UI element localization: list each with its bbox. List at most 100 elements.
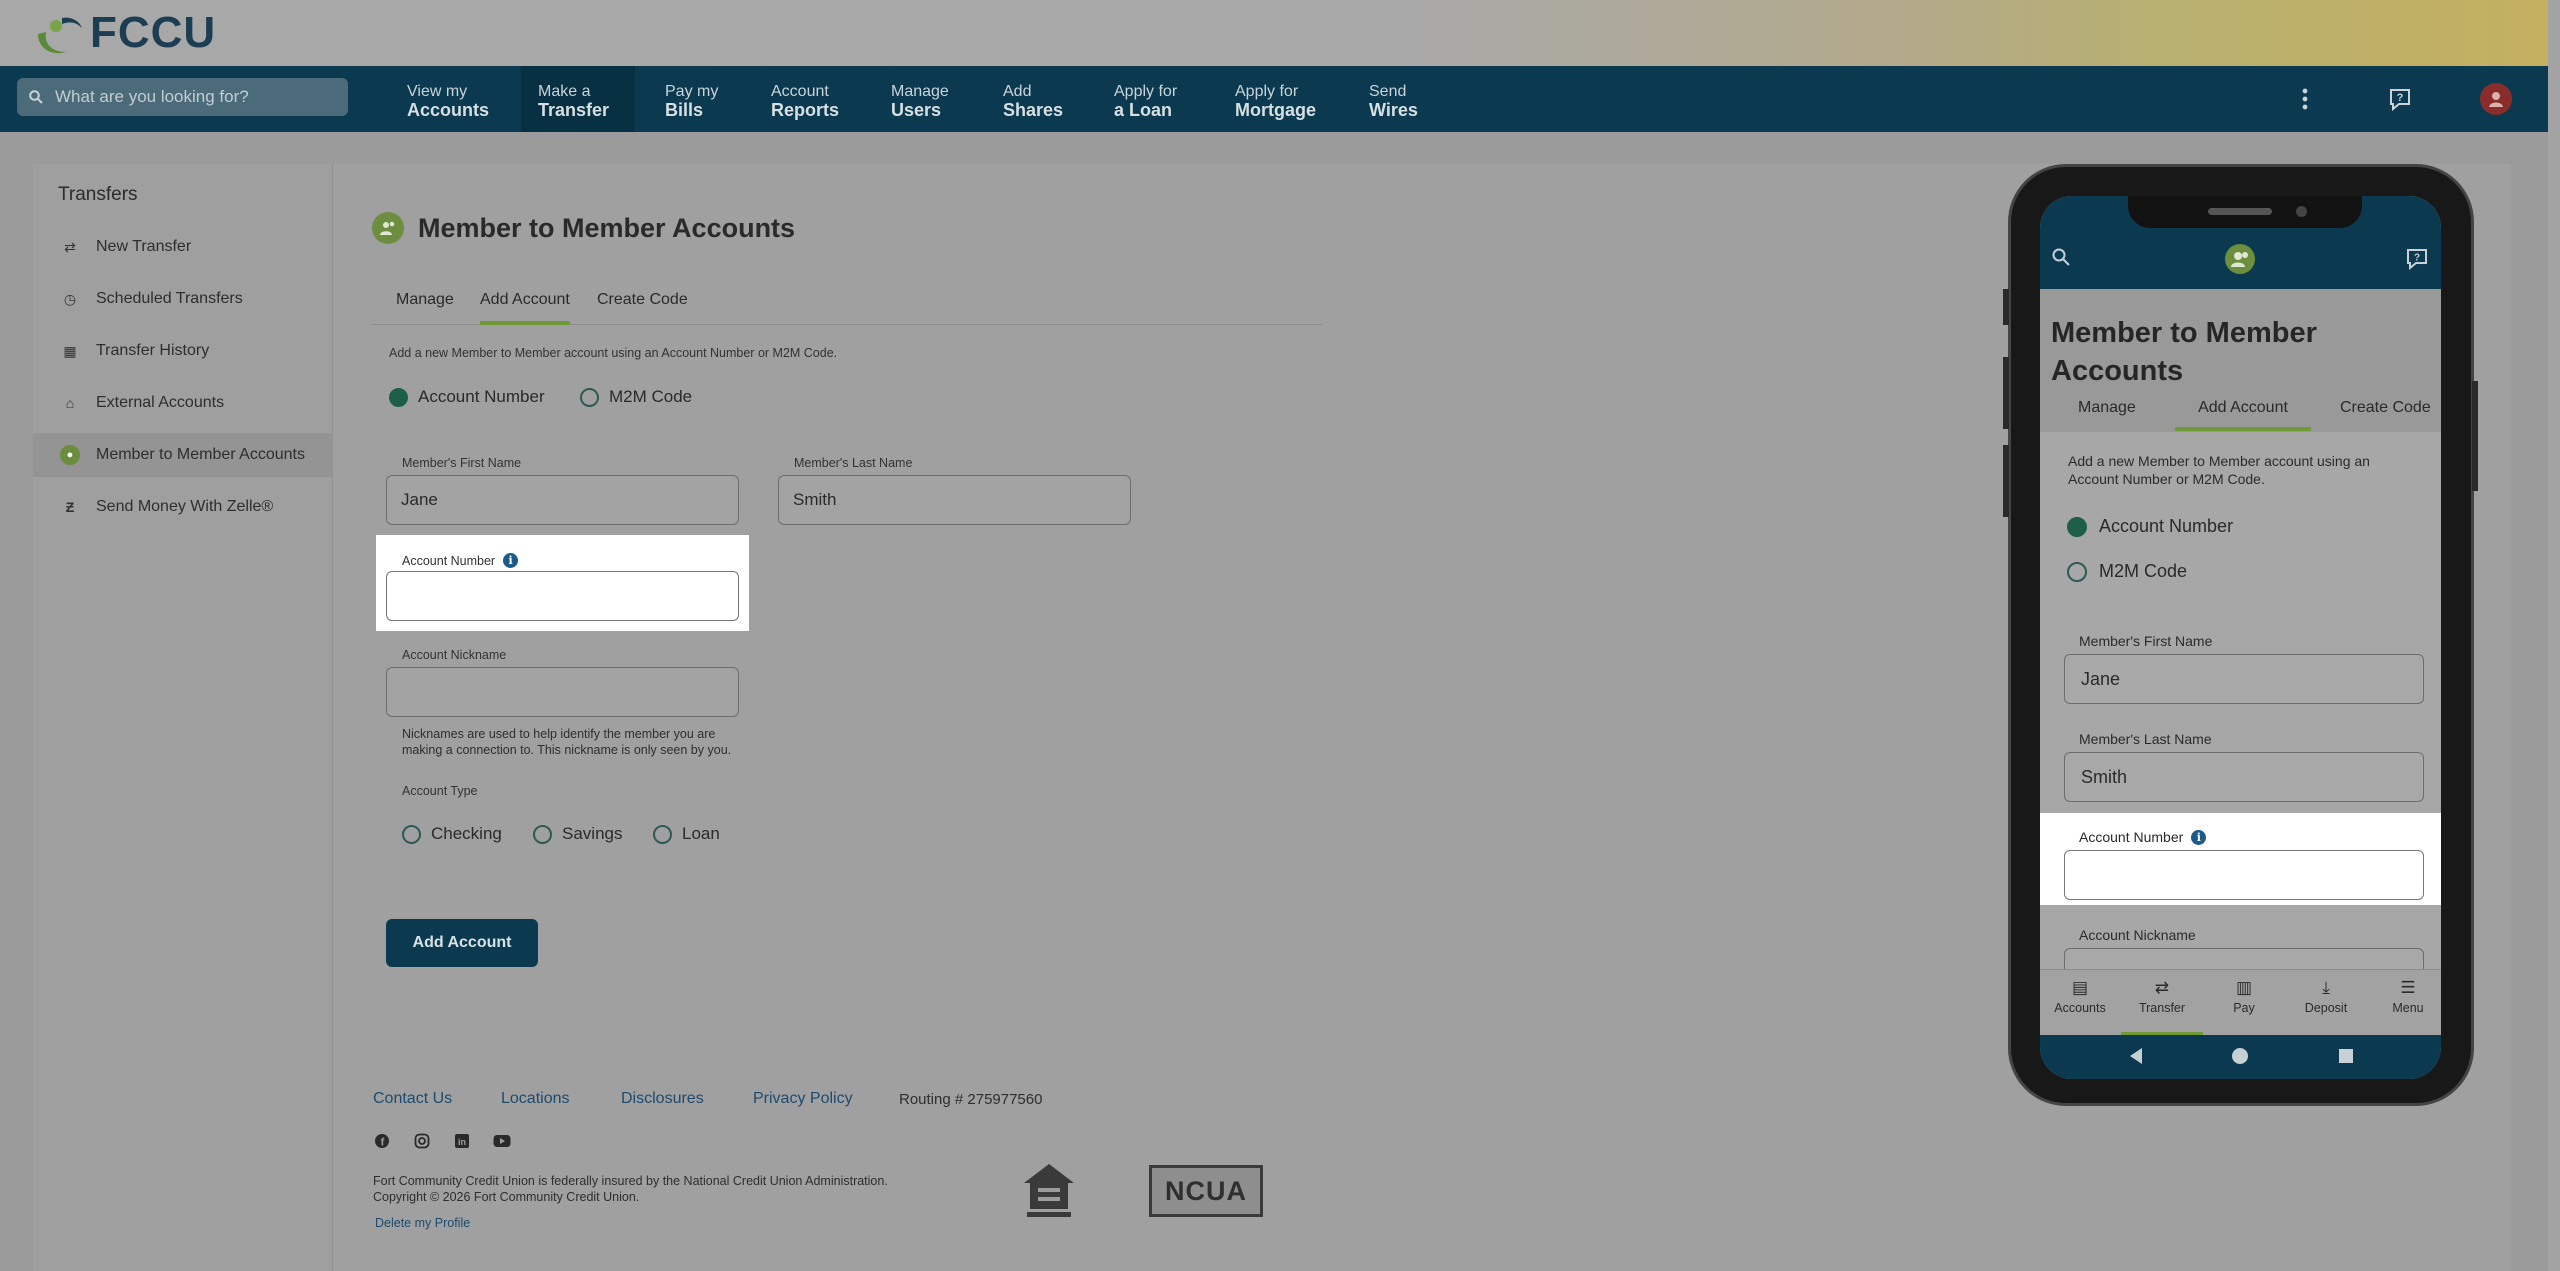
phone-nav-pay[interactable]: ▥ Pay (2204, 978, 2284, 1015)
nav-make-transfer[interactable]: Make a Transfer (521, 66, 635, 132)
search-input[interactable] (55, 87, 325, 107)
help-chat-icon[interactable]: ? (2404, 248, 2430, 275)
delete-profile-link[interactable]: Delete my Profile (375, 1216, 470, 1230)
instagram-icon[interactable] (413, 1132, 431, 1150)
phone-nav-deposit[interactable]: ⤓ Deposit (2286, 978, 2366, 1015)
phone-nav-menu[interactable]: ☰ Menu (2368, 978, 2441, 1015)
last-name-field[interactable]: Smith (778, 475, 1131, 525)
radio-label: Account Number (418, 387, 545, 406)
nav-pay-bills[interactable]: Pay my Bills (648, 66, 728, 132)
sidebar-item-zelle[interactable]: Ƶ Send Money With Zelle® (33, 485, 333, 529)
fccu-logo[interactable]: FCCU (32, 8, 216, 58)
svg-text:in: in (458, 1137, 466, 1147)
page-scrollbar[interactable] (2548, 0, 2560, 1271)
more-menu-icon[interactable] (2290, 66, 2320, 132)
first-name-field[interactable]: Jane (386, 475, 739, 525)
sidebar-item-scheduled-transfers[interactable]: ◷ Scheduled Transfers (33, 277, 333, 321)
transfer-icon: ⇄ (2154, 978, 2170, 997)
sidebar-item-external-accounts[interactable]: ⌂ External Accounts (33, 381, 333, 425)
info-icon[interactable]: i (2191, 829, 2207, 845)
radio-unselected-icon (533, 824, 552, 844)
phone-nav-accounts[interactable]: ▤ Accounts (2040, 978, 2120, 1015)
header-banner: FCCU (0, 0, 2548, 66)
account-number-label-text: Account Number (402, 553, 496, 568)
nav-line1: Add (1003, 83, 1032, 100)
phone-last-name-label: Member's Last Name (2079, 731, 2212, 747)
youtube-icon[interactable] (493, 1132, 511, 1150)
bank-icon: ⌂ (65, 395, 75, 411)
phone-tab-create-code[interactable]: Create Code (2340, 399, 2431, 431)
radio-savings[interactable]: Savings (533, 824, 622, 844)
info-icon[interactable]: i (503, 553, 519, 568)
sidebar-item-new-transfer[interactable]: ⇄ New Transfer (33, 225, 333, 269)
members-badge-icon (372, 212, 404, 244)
radio-selected-icon (2067, 516, 2087, 537)
nav-manage-users[interactable]: Manage Users (874, 66, 966, 132)
sidebar-item-transfer-history[interactable]: ▦ Transfer History (33, 329, 333, 373)
nav-apply-mortgage[interactable]: Apply for Mortgage (1218, 66, 1338, 132)
phone-radio-m2m-code[interactable]: M2M Code (2067, 561, 2187, 582)
phone-radio-account-number[interactable]: Account Number (2067, 516, 2233, 537)
user-avatar[interactable] (2478, 66, 2514, 132)
phone-nav-label: Transfer (2138, 1001, 2186, 1015)
menu-icon: ☰ (2400, 978, 2416, 997)
first-name-label: Member's First Name (402, 456, 522, 470)
nav-apply-loan[interactable]: Apply for a Loan (1097, 66, 1207, 132)
nav-line1: Account (771, 83, 829, 100)
phone-preview: ? Member to Member Accounts Manage Add A… (2003, 164, 2478, 1106)
search-icon[interactable] (2052, 248, 2070, 271)
account-number-label: Account Number i (402, 553, 519, 568)
sidebar-item-member-to-member[interactable]: ● Member to Member Accounts (33, 433, 333, 477)
phone-nav-transfer[interactable]: ⇄ Transfer (2121, 978, 2203, 1036)
tab-bar: Manage Add Account Create Code (372, 291, 1322, 325)
recents-icon[interactable] (2338, 1048, 2354, 1069)
footer-link-disclosures[interactable]: Disclosures (621, 1090, 704, 1108)
arrows-swap-icon: ⇄ (64, 238, 76, 255)
add-account-button[interactable]: Add Account (386, 919, 538, 967)
phone-account-number-field[interactable] (2064, 850, 2424, 900)
sidebar-item-label: Member to Member Accounts (96, 446, 305, 463)
facebook-icon[interactable]: f (373, 1132, 391, 1150)
radio-loan[interactable]: Loan (653, 824, 720, 844)
tab-manage[interactable]: Manage (396, 291, 454, 325)
sidebar-item-label: Scheduled Transfers (96, 290, 243, 307)
back-icon[interactable] (2128, 1047, 2144, 1070)
tab-add-account[interactable]: Add Account (480, 291, 570, 325)
help-chat-icon[interactable]: ? (2382, 66, 2418, 132)
phone-tab-add-account[interactable]: Add Account (2175, 399, 2311, 431)
footer-link-privacy[interactable]: Privacy Policy (753, 1090, 853, 1108)
linkedin-icon[interactable]: in (453, 1132, 471, 1150)
nav-line2: Wires (1369, 100, 1418, 120)
phone-last-name-field[interactable]: Smith (2064, 752, 2424, 802)
sidebar-item-label: Send Money With Zelle® (96, 498, 274, 515)
radio-label: M2M Code (609, 387, 693, 406)
radio-account-number[interactable]: Account Number (389, 387, 545, 407)
nav-line2: a Loan (1114, 100, 1173, 120)
phone-tab-manage[interactable]: Manage (2078, 399, 2136, 431)
phone-first-name-field[interactable]: Jane (2064, 654, 2424, 704)
footer-link-locations[interactable]: Locations (501, 1090, 570, 1108)
radio-unselected-icon (402, 824, 421, 844)
nav-line1: Send (1369, 83, 1407, 100)
phone-side-button (2003, 289, 2009, 325)
tab-create-code[interactable]: Create Code (597, 291, 688, 325)
nickname-field[interactable] (386, 667, 739, 717)
phone-first-name-label: Member's First Name (2079, 633, 2213, 649)
footer-link-contact[interactable]: Contact Us (373, 1090, 452, 1108)
account-number-field[interactable] (386, 571, 739, 621)
global-search[interactable] (17, 78, 348, 116)
svg-text:?: ? (2397, 92, 2404, 104)
nav-line2: Transfer (538, 100, 610, 120)
nav-view-accounts[interactable]: View my Accounts (390, 66, 498, 132)
nav-add-shares[interactable]: Add Shares (986, 66, 1076, 132)
radio-label: Account Number (2099, 516, 2234, 536)
nav-account-reports[interactable]: Account Reports (754, 66, 854, 132)
account-type-label: Account Type (402, 784, 478, 798)
home-icon[interactable] (2231, 1047, 2249, 1070)
nav-line2: Shares (1003, 100, 1064, 120)
phone-screen: ? Member to Member Accounts Manage Add A… (2040, 196, 2441, 1079)
account-number-highlight: Account Number i (376, 535, 749, 631)
radio-m2m-code[interactable]: M2M Code (580, 387, 692, 407)
radio-checking[interactable]: Checking (402, 824, 502, 844)
nav-send-wires[interactable]: Send Wires (1352, 66, 1432, 132)
